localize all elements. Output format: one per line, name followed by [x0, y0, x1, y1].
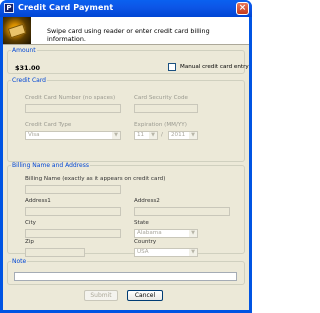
app-icon: P	[4, 3, 14, 13]
manual-entry-checkbox[interactable]	[168, 63, 176, 71]
exp-year-value: 2011	[171, 132, 186, 138]
card-type-select[interactable]: Visa ▼	[25, 131, 121, 140]
manual-entry-label[interactable]: Manual credit card entry	[180, 64, 249, 70]
security-code-label: Card Security Code	[134, 95, 188, 101]
zip-input[interactable]	[25, 248, 85, 257]
amount-legend: Amount	[12, 47, 36, 54]
window-title: Credit Card Payment	[18, 3, 114, 12]
card-swipe-icon	[3, 17, 31, 44]
city-input[interactable]	[25, 229, 121, 238]
card-type-label: Credit Card Type	[25, 122, 72, 128]
submit-button[interactable]: Submit	[84, 290, 118, 301]
billing-legend: Billing Name and Address	[12, 162, 90, 169]
chevron-down-icon: ▼	[189, 230, 197, 237]
security-code-input[interactable]	[134, 104, 198, 113]
close-button[interactable]: ×	[236, 2, 249, 15]
card-type-value: Visa	[28, 132, 40, 138]
address2-label: Address2	[134, 198, 160, 204]
exp-year-select[interactable]: 2011 ▼	[168, 131, 198, 140]
credit-card-group: Credit Card Credit Card Number (no space…	[7, 77, 245, 162]
chevron-down-icon: ▼	[112, 132, 120, 139]
country-select[interactable]: USA ▼	[134, 248, 198, 257]
state-select[interactable]: Alabama ▼	[134, 229, 198, 238]
exp-month-value: 11	[137, 132, 145, 138]
card-number-input[interactable]	[25, 104, 121, 113]
zip-label: Zip	[25, 239, 34, 245]
credit-card-payment-dialog: P Credit Card Payment × Swipe card using…	[0, 0, 252, 313]
country-value: USA	[137, 249, 149, 255]
billing-name-label: Billing Name (exactly as it appears on c…	[25, 176, 166, 182]
credit-card-legend: Credit Card	[12, 77, 46, 84]
credit-card-icon	[7, 23, 27, 39]
expiration-label: Expiration (MM/YY)	[134, 122, 187, 128]
billing-group: Billing Name and Address Billing Name (e…	[7, 162, 245, 257]
amount-value: $31.00	[15, 64, 41, 72]
instruction-text: Swipe card using reader or enter credit …	[47, 27, 210, 43]
exp-month-select[interactable]: 11 ▼	[134, 131, 158, 140]
instruction-banner: Swipe card using reader or enter credit …	[3, 17, 249, 45]
city-label: City	[25, 220, 36, 226]
card-number-label: Credit Card Number (no spaces)	[25, 95, 116, 101]
address1-input[interactable]	[25, 207, 121, 216]
billing-name-input[interactable]	[25, 185, 121, 194]
cancel-button[interactable]: Cancel	[127, 290, 163, 301]
title-bar[interactable]: P Credit Card Payment ×	[0, 0, 252, 17]
state-value: Alabama	[137, 230, 162, 236]
state-label: State	[134, 220, 149, 226]
country-label: Country	[134, 239, 157, 245]
address1-label: Address1	[25, 198, 51, 204]
note-input[interactable]	[14, 272, 237, 281]
chevron-down-icon: ▼	[189, 249, 197, 256]
note-legend: Note	[12, 258, 27, 265]
chevron-down-icon: ▼	[189, 132, 197, 139]
chevron-down-icon: ▼	[149, 132, 157, 139]
amount-group: Amount $31.00 Manual credit card entry	[7, 47, 249, 74]
address2-input[interactable]	[134, 207, 230, 216]
exp-separator: /	[161, 132, 163, 138]
note-group: Note	[7, 258, 245, 285]
